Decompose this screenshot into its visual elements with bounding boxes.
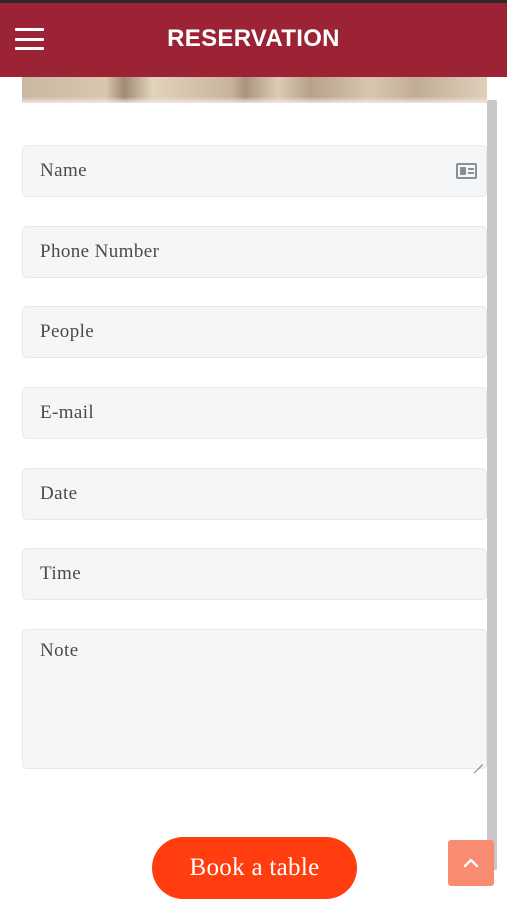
- resize-grip-icon[interactable]: [473, 755, 483, 765]
- email-field-placeholder: E-mail: [40, 402, 95, 423]
- hamburger-menu-icon[interactable]: [15, 28, 44, 50]
- name-field[interactable]: Name: [22, 145, 487, 197]
- time-field[interactable]: Time: [22, 548, 487, 600]
- phone-number-field[interactable]: Phone Number: [22, 226, 487, 278]
- note-textarea[interactable]: Note: [22, 629, 487, 769]
- book-table-button[interactable]: Book a table: [152, 837, 357, 899]
- date-field[interactable]: Date: [22, 468, 487, 520]
- email-field[interactable]: E-mail: [22, 387, 487, 439]
- people-field[interactable]: People: [22, 306, 487, 358]
- app-header: RESERVATION: [0, 3, 507, 77]
- people-field-placeholder: People: [40, 321, 95, 342]
- id-card-icon: [456, 163, 477, 179]
- time-field-placeholder: Time: [40, 563, 82, 584]
- name-field-placeholder: Name: [40, 160, 87, 181]
- date-field-placeholder: Date: [40, 483, 78, 504]
- note-textarea-placeholder: Note: [40, 640, 79, 661]
- hero-image: [22, 77, 487, 103]
- scrollbar-thumb[interactable]: [487, 100, 497, 870]
- phone-number-field-placeholder: Phone Number: [40, 241, 160, 262]
- chevron-up-icon: [463, 858, 479, 868]
- page-title: RESERVATION: [167, 25, 340, 52]
- scroll-to-top-button[interactable]: [448, 840, 494, 886]
